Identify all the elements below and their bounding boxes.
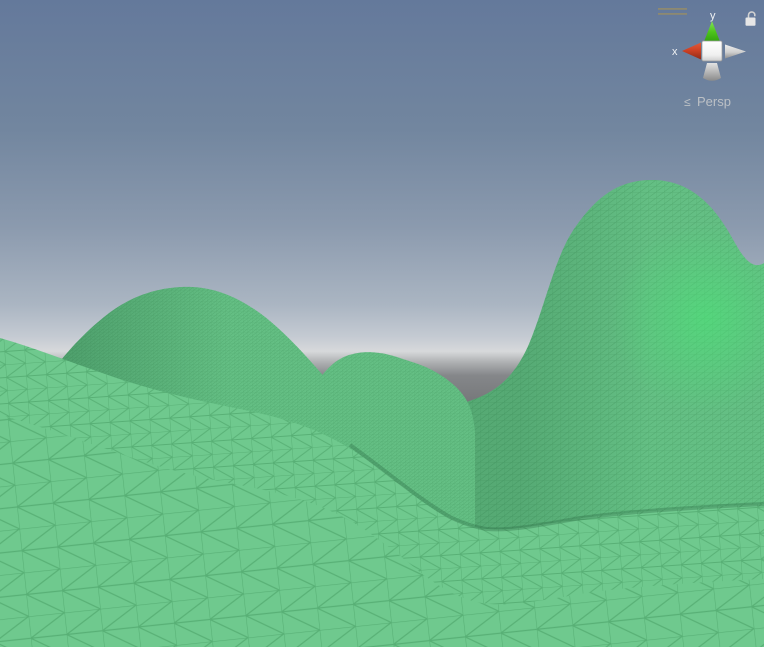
gizmo-axis-x-cone[interactable] xyxy=(682,43,701,60)
scene-gizmo: y x ≤ Persp xyxy=(614,0,764,118)
gizmo-axis-z-cone[interactable] xyxy=(725,45,746,59)
scene-view-canvas[interactable]: y x ≤ Persp xyxy=(0,0,764,647)
gizmo-lock-icon[interactable] xyxy=(746,12,756,26)
gizmo-center-cube[interactable] xyxy=(702,41,722,61)
projection-toggle[interactable]: ≤ Persp xyxy=(684,94,731,109)
projection-arrow-icon: ≤ xyxy=(684,95,691,109)
projection-label: Persp xyxy=(697,94,731,109)
y-axis-label: y xyxy=(710,10,716,22)
gizmo-axis-neg-y-cone[interactable] xyxy=(703,63,721,81)
gizmo-axis-y-cone[interactable] xyxy=(704,21,721,43)
x-axis-label: x xyxy=(672,46,678,58)
overlay-grip-icon[interactable] xyxy=(658,8,687,15)
